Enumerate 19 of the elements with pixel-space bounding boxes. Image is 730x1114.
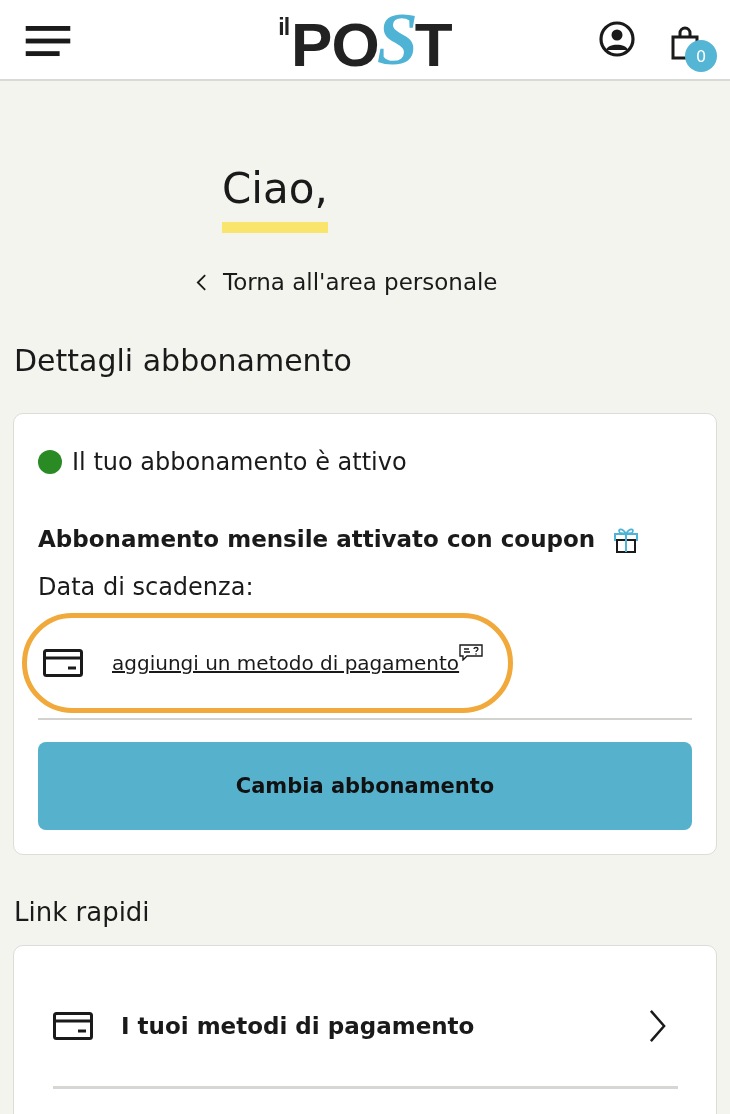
section-heading: Link rapidi [14,896,150,929]
credit-card-icon [43,649,83,677]
gift-icon [613,525,640,553]
chevron-right-icon [649,1008,666,1044]
chat-bubble-icon[interactable] [459,644,484,661]
status-text: Il tuo abbonamento è attivo [72,447,407,478]
back-link[interactable]: Torna all'area personale [196,267,498,297]
change-subscription-button[interactable]: Cambia abbonamento [38,742,692,830]
chevron-left-icon [196,272,207,292]
menu-icon[interactable] [25,25,71,57]
section-heading: Dettagli abbonamento [14,342,352,380]
cart-count-badge: 0 [685,40,717,72]
quick-link-item[interactable]: I tuoi metodi di pagamento [53,946,678,1086]
profile-icon[interactable] [599,21,635,57]
plan-title: Abbonamento mensile attivato con coupon [38,525,596,554]
expiry-label: Data di scadenza: [38,572,254,603]
add-payment-link[interactable]: aggiungi un metodo di pagamento [112,650,460,676]
credit-card-icon [53,1012,93,1040]
greeting-title: Ciao, [222,163,328,215]
